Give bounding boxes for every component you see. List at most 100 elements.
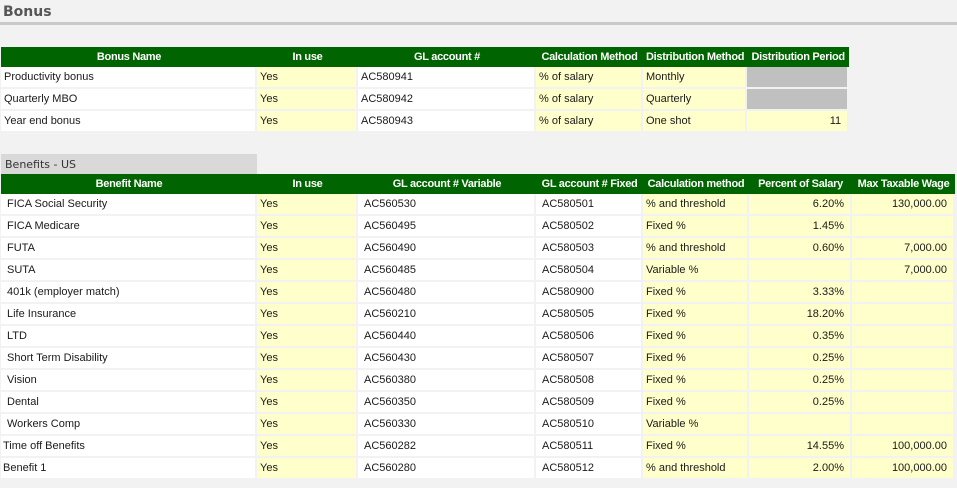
bonus-name-cell: Productivity bonus	[1, 67, 257, 89]
table-row: Quarterly MBO Yes AC580942 % of salary Q…	[1, 89, 850, 111]
percent-of-salary-cell[interactable]: 18.20%	[749, 304, 852, 326]
calculation-method-cell[interactable]: Fixed %	[643, 326, 749, 348]
bonus-name-cell: Year end bonus	[1, 111, 257, 133]
calculation-method-cell[interactable]: Fixed %	[643, 370, 749, 392]
benefit-name-cell: Life Insurance	[1, 304, 257, 326]
max-taxable-wage-cell[interactable]: 7,000.00	[852, 238, 955, 260]
percent-of-salary-cell[interactable]: 0.25%	[749, 370, 852, 392]
benefit-name-cell: Dental	[1, 392, 257, 414]
calculation-method-cell[interactable]: Fixed %	[643, 282, 749, 304]
in-use-cell[interactable]: Yes	[257, 436, 358, 458]
calculation-method-cell[interactable]: Fixed %	[643, 436, 749, 458]
benefit-name-cell: LTD	[1, 326, 257, 348]
in-use-cell[interactable]: Yes	[257, 89, 358, 111]
in-use-cell[interactable]: Yes	[257, 67, 358, 89]
in-use-cell[interactable]: Yes	[257, 326, 358, 348]
percent-of-salary-cell[interactable]: 0.35%	[749, 326, 852, 348]
calculation-method-cell[interactable]: % of salary	[536, 67, 643, 89]
calculation-method-cell[interactable]: Variable %	[643, 414, 749, 436]
col-distribution-method: Distribution Method	[643, 47, 748, 67]
max-taxable-wage-cell[interactable]	[852, 348, 955, 370]
max-taxable-wage-cell[interactable]	[852, 282, 955, 304]
percent-of-salary-cell[interactable]: 0.25%	[749, 392, 852, 414]
gl-account-fixed-cell: AC580508	[536, 370, 643, 392]
table-row: Year end bonus Yes AC580943 % of salary …	[1, 111, 850, 133]
gl-account-variable-cell: AC560485	[358, 260, 536, 282]
in-use-cell[interactable]: Yes	[257, 458, 358, 480]
gl-account-fixed-cell: AC580505	[536, 304, 643, 326]
distribution-period-cell[interactable]: 11	[747, 111, 850, 133]
in-use-cell[interactable]: Yes	[257, 348, 358, 370]
calculation-method-cell[interactable]: % and threshold	[643, 458, 749, 480]
calculation-method-cell[interactable]: Fixed %	[643, 392, 749, 414]
gl-account-fixed-cell: AC580509	[536, 392, 643, 414]
in-use-cell[interactable]: Yes	[257, 238, 358, 260]
gl-account-variable-cell: AC560495	[358, 216, 536, 238]
calculation-method-cell[interactable]: Variable %	[643, 260, 749, 282]
in-use-cell[interactable]: Yes	[257, 304, 358, 326]
gl-account-fixed-cell: AC580502	[536, 216, 643, 238]
in-use-cell[interactable]: Yes	[257, 111, 358, 133]
in-use-cell[interactable]: Yes	[257, 194, 358, 216]
percent-of-salary-cell[interactable]: 3.33%	[749, 282, 852, 304]
gl-account-cell: AC580941	[358, 67, 536, 89]
col-calculation-method: Calculation method	[643, 174, 749, 194]
in-use-cell[interactable]: Yes	[257, 282, 358, 304]
percent-of-salary-cell[interactable]: 1.45%	[749, 216, 852, 238]
in-use-cell[interactable]: Yes	[257, 216, 358, 238]
benefit-name-cell: Time off Benefits	[1, 436, 257, 458]
col-benefit-name: Benefit Name	[1, 174, 257, 194]
percent-of-salary-cell[interactable]	[749, 260, 852, 282]
gl-account-variable-cell: AC560440	[358, 326, 536, 348]
percent-of-salary-cell[interactable]	[749, 414, 852, 436]
calculation-method-cell[interactable]: Fixed %	[643, 304, 749, 326]
max-taxable-wage-cell[interactable]	[852, 370, 955, 392]
max-taxable-wage-cell[interactable]	[852, 216, 955, 238]
table-row: Dental Yes AC560350 AC580509 Fixed % 0.25%	[1, 392, 955, 414]
percent-of-salary-cell[interactable]: 0.60%	[749, 238, 852, 260]
percent-of-salary-cell[interactable]: 6.20%	[749, 194, 852, 216]
distribution-method-cell[interactable]: Quarterly	[643, 89, 748, 111]
max-taxable-wage-cell[interactable]	[852, 392, 955, 414]
col-in-use: In use	[257, 174, 358, 194]
table-row: Vision Yes AC560380 AC580508 Fixed % 0.25%	[1, 370, 955, 392]
table-row: Workers Comp Yes AC560330 AC580510 Variable …	[1, 414, 955, 436]
benefit-name-cell: Short Term Disability	[1, 348, 257, 370]
col-percent-of-salary: Percent of Salary	[749, 174, 852, 194]
max-taxable-wage-cell[interactable]: 130,000.00	[852, 194, 955, 216]
col-calculation-method: Calculation Method	[536, 47, 643, 67]
in-use-cell[interactable]: Yes	[257, 414, 358, 436]
calculation-method-cell[interactable]: % and threshold	[643, 194, 749, 216]
gl-account-variable-cell: AC560430	[358, 348, 536, 370]
in-use-cell[interactable]: Yes	[257, 370, 358, 392]
gl-account-variable-cell: AC560480	[358, 282, 536, 304]
calculation-method-cell[interactable]: % of salary	[536, 111, 643, 133]
calculation-method-cell[interactable]: % of salary	[536, 89, 643, 111]
gl-account-fixed-cell: AC580504	[536, 260, 643, 282]
table-row: Life Insurance Yes AC560210 AC580505 Fixed %…	[1, 304, 955, 326]
table-row: Benefit 1 Yes AC560280 AC580512% and thresh…	[1, 458, 955, 480]
benefits-table: Benefit Name In use GL account # Variabl…	[1, 174, 955, 480]
max-taxable-wage-cell[interactable]	[852, 326, 955, 348]
max-taxable-wage-cell[interactable]	[852, 304, 955, 326]
max-taxable-wage-cell[interactable]: 100,000.00	[852, 458, 955, 480]
gl-account-fixed-cell: AC580507	[536, 348, 643, 370]
benefit-name-cell: Vision	[1, 370, 257, 392]
percent-of-salary-cell[interactable]: 2.00%	[749, 458, 852, 480]
calculation-method-cell[interactable]: % and threshold	[643, 238, 749, 260]
in-use-cell[interactable]: Yes	[257, 392, 358, 414]
in-use-cell[interactable]: Yes	[257, 260, 358, 282]
distribution-method-cell[interactable]: One shot	[643, 111, 748, 133]
max-taxable-wage-cell[interactable]: 100,000.00	[852, 436, 955, 458]
calculation-method-cell[interactable]: Fixed %	[643, 348, 749, 370]
percent-of-salary-cell[interactable]: 0.25%	[749, 348, 852, 370]
bonus-header-row: Bonus Name In use GL account # Calculati…	[1, 47, 850, 67]
page-title: Bonus	[3, 4, 52, 20]
percent-of-salary-cell[interactable]: 14.55%	[749, 436, 852, 458]
max-taxable-wage-cell[interactable]	[852, 414, 955, 436]
max-taxable-wage-cell[interactable]: 7,000.00	[852, 260, 955, 282]
distribution-method-cell[interactable]: Monthly	[643, 67, 748, 89]
gl-account-fixed-cell: AC580512	[536, 458, 643, 480]
bonus-name-cell: Quarterly MBO	[1, 89, 257, 111]
calculation-method-cell[interactable]: Fixed %	[643, 216, 749, 238]
